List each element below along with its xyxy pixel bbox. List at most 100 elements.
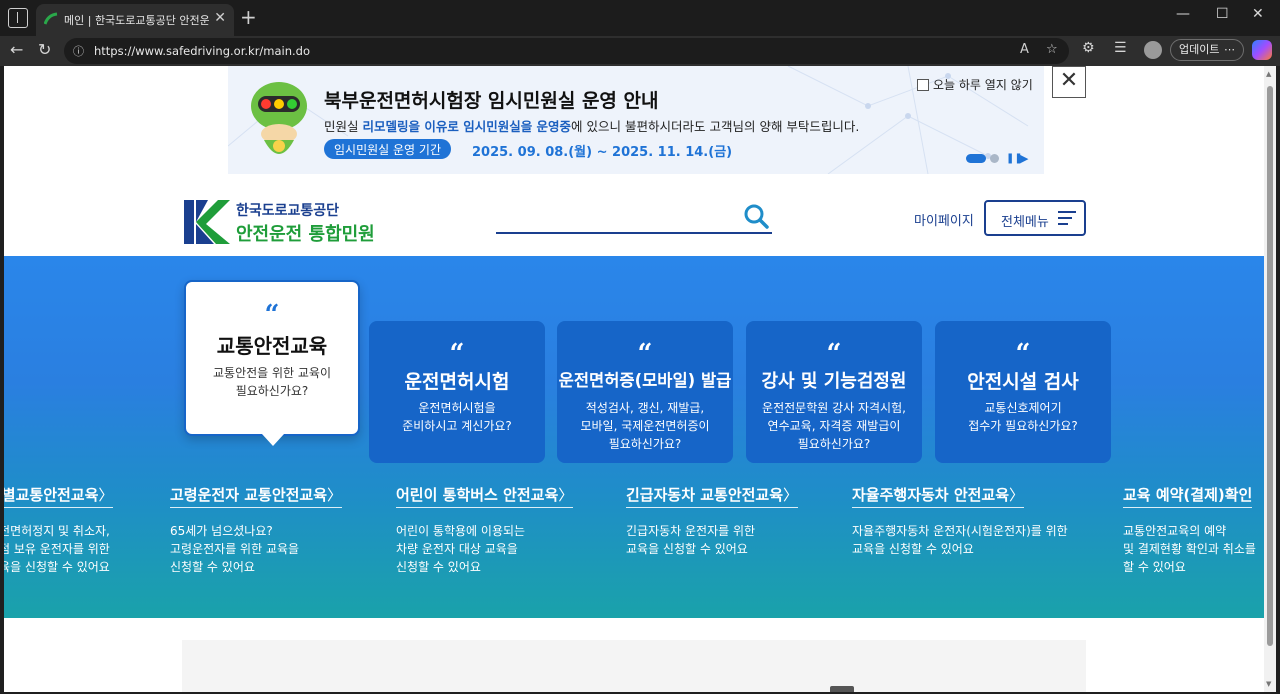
card-instructor[interactable]: “ 강사 및 기능검정원 운전전문학원 강사 자격시험, 연수교육, 자격증 재… [746,321,922,463]
address-bar[interactable]: ⓘ https://www.safedriving.or.kr/main.do … [64,38,1069,64]
edu-title[interactable]: 교육 예약(결제)확인 [1123,484,1253,508]
notice-body-prefix: 민원실 [324,119,363,134]
edu-title[interactable]: 자율주행자동차 안전교육〉 [852,484,1025,508]
minimize-button[interactable]: — [1176,6,1190,22]
profile-avatar[interactable] [1144,41,1162,59]
scroll-tab[interactable] [830,686,854,692]
card-safety-facility[interactable]: “ 안전시설 검사 교통신호제어기 접수가 필요하신가요? [935,321,1111,463]
chevron-right-icon: 〉 [783,486,799,504]
read-aloud-icon[interactable]: A [1020,42,1029,57]
browser-window: 메인 | 한국도로교통공단 안전운전 ✕ + — ☐ ✕ ← ↻ ⓘ https… [0,0,1280,694]
card-desc: 교통안전을 위한 교육이 필요하신가요? [212,366,332,398]
chevron-right-icon: 〉 [1009,486,1025,504]
edu-title[interactable]: 어린이 통학버스 안전교육〉 [396,484,574,508]
scroll-down-icon[interactable]: ▼ [1266,680,1271,688]
tab-active[interactable]: 메인 | 한국도로교통공단 안전운전 ✕ [36,4,234,36]
slide-indicator-active[interactable] [966,154,986,163]
browser-toolbar: ← ↻ ⓘ https://www.safedriving.or.kr/main… [0,36,1280,66]
tab-title: 메인 | 한국도로교통공단 안전운전 [64,14,209,27]
more-menu-icon[interactable]: ⋯ [1224,40,1235,60]
reload-icon[interactable]: ↻ [38,40,51,59]
favorites-icon[interactable]: ☰ [1114,40,1127,56]
edu-desc: 어린이 통학용에 이용되는 차량 운전자 대상 교육을 신청할 수 있어요 [396,524,526,574]
chevron-right-icon: 〉 [327,486,343,504]
period-dates: 2025. 09. 08.(월) ~ 2025. 11. 14.(금) [472,145,733,160]
extensions-icon[interactable]: ⚙ [1082,40,1095,56]
maximize-button[interactable]: ☐ [1216,6,1229,22]
period-badge: 임시민원실 운영 기간 [324,139,451,159]
page-viewport: 북부운전면허시험장 임시민원실 운영 안내 민원실 리모델링을 이유로 임시민원… [4,66,1276,692]
dont-show-checkbox[interactable] [917,79,929,91]
quote-icon: “ [449,339,465,369]
edu-desc: 자율주행자동차 운전자(시험운전자)를 위한 교육을 신청할 수 있어요 [852,524,1068,556]
search-icon[interactable] [742,202,770,230]
edu-item[interactable]: 긴급자동차 교통안전교육〉 긴급자동차 운전자를 위한 교육을 신청할 수 있어… [626,484,799,558]
edu-desc: 65세가 넘으셨나요? 고령운전자를 위한 교육을 신청할 수 있어요 [170,524,300,574]
card-desc: 운전면허시험을 준비하시고 계신가요? [402,401,512,433]
card-license-exam[interactable]: “ 운전면허시험 운전면허시험을 준비하시고 계신가요? [369,321,545,463]
content-panel [182,640,1086,692]
page-scrollbar[interactable]: ▲ ▼ [1264,66,1276,692]
play-icon[interactable]: ▶ [1020,152,1028,165]
slide-indicator[interactable] [990,154,999,163]
card-title: 강사 및 기능검정원 [761,371,907,392]
logo-service-name[interactable]: 안전운전 통합민원 [236,220,375,246]
hero-section: “ 교통안전교육 교통안전을 위한 교육이 필요하신가요? “ 운전면허시험 운… [4,256,1264,618]
card-title: 교통안전교육 [216,334,328,358]
notice-body-suffix: 에 있으니 불편하시더라도 고객님의 양해 부탁드립니다. [571,119,860,134]
card-license-issue[interactable]: “ 운전면허증(모바일) 발급 적성검사, 갱신, 재발급, 모바일, 국제운전… [557,321,733,463]
edu-item[interactable]: 특별교통안전교육〉 운전면허정지 및 취소자, 벌점 보유 운전자를 위한 교육… [4,484,114,576]
notice-body: 민원실 리모델링을 이유로 임시민원실을 운영중에 있으니 불편하시더라도 고객… [324,116,859,135]
close-window-button[interactable]: ✕ [1252,6,1264,22]
edu-item[interactable]: 고령운전자 교통안전교육〉 65세가 넘으셨나요? 고령운전자를 위한 교육을 … [170,484,343,576]
edu-title[interactable]: 긴급자동차 교통안전교육〉 [626,484,799,508]
all-menu-button[interactable]: 전체메뉴 [984,200,1086,236]
card-traffic-education[interactable]: “ 교통안전교육 교통안전을 위한 교육이 필요하신가요? [184,280,360,446]
quote-icon: “ [637,339,653,369]
scrollbar-thumb[interactable] [1267,86,1273,646]
edu-desc: 운전면허정지 및 취소자, 벌점 보유 운전자를 위한 교육을 신청할 수 있어… [4,524,110,574]
site-header: 한국도로교통공단 안전운전 통합민원 마이페이지 전체메뉴 [4,174,1264,256]
edu-title[interactable]: 특별교통안전교육〉 [4,484,114,508]
copilot-icon[interactable] [1252,40,1272,60]
favorite-star-icon[interactable]: ☆ [1046,42,1058,57]
sidebar-toggle-icon[interactable] [8,8,28,28]
update-button[interactable]: 업데이트 ⋯ [1170,39,1244,61]
edu-item[interactable]: 자율주행자동차 안전교육〉 자율주행자동차 운전자(시험운전자)를 위한 교육을… [852,484,1068,558]
banner-slider-controls: ❚❚ ▶ [966,152,1036,166]
logo-org-name[interactable]: 한국도로교통공단 [236,200,339,220]
mypage-link[interactable]: 마이페이지 [914,210,974,229]
notice-close-button[interactable]: ✕ [1052,66,1086,98]
notice-body-highlight: 리모델링을 이유로 임시민원실을 운영중 [362,119,572,134]
edu-item[interactable]: 어린이 통학버스 안전교육〉 어린이 통학용에 이용되는 차량 운전자 대상 교… [396,484,574,576]
quote-icon: “ [264,300,280,330]
dont-show-label: 오늘 하루 열지 않기 [933,78,1033,92]
card-desc: 교통신호제어기 접수가 필요하신가요? [968,401,1078,433]
chevron-right-icon: 〉 [98,486,114,504]
hamburger-icon [1058,211,1076,225]
new-tab-button[interactable]: + [240,5,257,29]
koroad-logo-icon[interactable] [184,200,230,244]
notice-title: 북부운전면허시험장 임시민원실 운영 안내 [324,90,659,112]
quote-icon: “ [1015,339,1031,369]
site-info-icon[interactable]: ⓘ [73,43,84,59]
card-desc: 운전전문학원 강사 자격시험, 연수교육, 자격증 재발급이 필요하신가요? [762,401,906,451]
url-text[interactable]: https://www.safedriving.or.kr/main.do [94,44,310,58]
edu-title[interactable]: 고령운전자 교통안전교육〉 [170,484,343,508]
edu-title-text: 어린이 통학버스 안전교육 [396,486,559,504]
edu-item[interactable]: 교육 예약(결제)확인 교통안전교육의 예약 및 결제현황 확인과 취소를 할 … [1123,484,1256,576]
edu-desc: 교통안전교육의 예약 및 결제현황 확인과 취소를 할 수 있어요 [1123,524,1256,574]
back-icon[interactable]: ← [10,40,23,59]
edu-title-text: 고령운전자 교통안전교육 [170,486,328,504]
mascot-icon [251,82,307,154]
dont-show-today[interactable]: 오늘 하루 열지 않기 [917,76,1033,93]
edu-title-text: 자율주행자동차 안전교육 [852,486,1010,504]
card-title: 운전면허시험 [404,371,510,393]
tab-strip: 메인 | 한국도로교통공단 안전운전 ✕ + — ☐ ✕ [0,0,1280,36]
search-input[interactable] [496,232,772,234]
chevron-right-icon: 〉 [558,486,574,504]
tab-close-icon[interactable]: ✕ [214,10,226,26]
scroll-up-icon[interactable]: ▲ [1266,70,1271,78]
edu-title-text: 교육 예약(결제)확인 [1123,486,1253,504]
edu-title-text: 긴급자동차 교통안전교육 [626,486,784,504]
